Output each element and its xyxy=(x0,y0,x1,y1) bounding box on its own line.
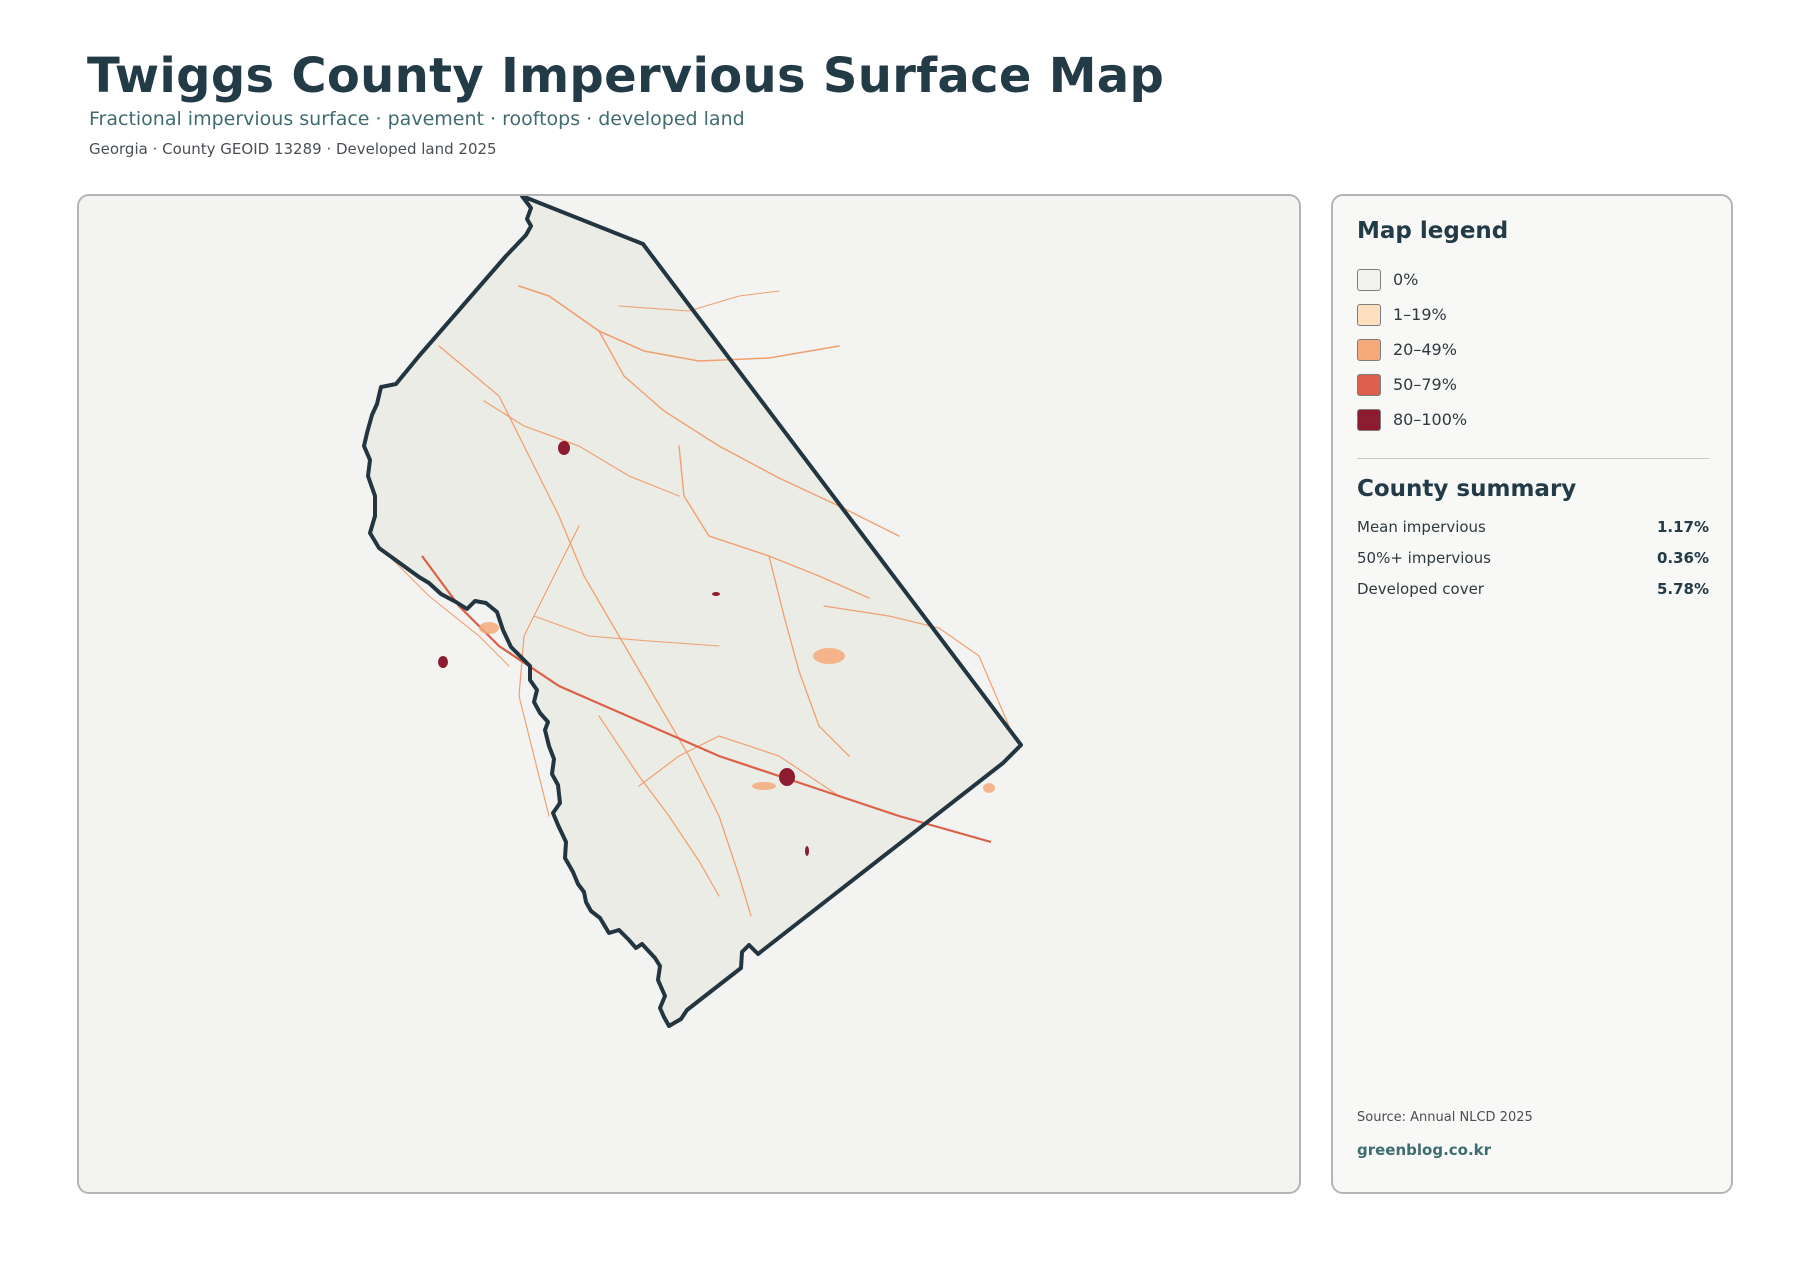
summary-label: Developed cover xyxy=(1357,580,1484,598)
legend-label: 1–19% xyxy=(1393,305,1447,324)
legend-swatch xyxy=(1357,374,1381,396)
map-panel[interactable]: N xyxy=(77,194,1301,1194)
summary-row: 50%+ impervious 0.36% xyxy=(1357,549,1709,569)
urban-cluster xyxy=(558,441,570,455)
urban-cluster xyxy=(438,656,448,668)
legend-label: 50–79% xyxy=(1393,375,1457,394)
urban-cluster xyxy=(805,846,809,856)
urban-cluster xyxy=(779,768,795,786)
summary-label: 50%+ impervious xyxy=(1357,549,1491,567)
legend-label: 20–49% xyxy=(1393,340,1457,359)
summary-heading: County summary xyxy=(1357,476,1577,502)
summary-label: Mean impervious xyxy=(1357,518,1486,536)
urban-cluster xyxy=(712,592,720,596)
source-note: Source: Annual NLCD 2025 xyxy=(1357,1110,1533,1125)
legend-swatch xyxy=(1357,269,1381,291)
developed-patch xyxy=(752,782,776,790)
legend-label: 80–100% xyxy=(1393,410,1468,429)
summary-value: 1.17% xyxy=(1656,518,1709,536)
legend-panel: Map legend 0% 1–19% 20–49% 50–79% 80–100… xyxy=(1331,194,1733,1194)
developed-patch xyxy=(479,622,499,634)
legend-divider xyxy=(1357,458,1709,459)
page-meta: Georgia · County GEOID 13289 · Developed… xyxy=(89,140,497,158)
legend-swatch xyxy=(1357,304,1381,326)
legend-swatch xyxy=(1357,339,1381,361)
summary-row: Mean impervious 1.17% xyxy=(1357,518,1709,538)
page-subtitle: Fractional impervious surface · pavement… xyxy=(89,108,745,130)
legend-swatch xyxy=(1357,409,1381,431)
legend-label: 0% xyxy=(1393,270,1419,289)
developed-patch xyxy=(813,648,845,664)
legend-heading: Map legend xyxy=(1357,218,1509,244)
summary-value: 0.36% xyxy=(1656,549,1709,567)
county-map xyxy=(362,196,1023,1028)
summary-row: Developed cover 5.78% xyxy=(1357,580,1709,600)
page-title: Twiggs County Impervious Surface Map xyxy=(87,48,1165,104)
summary-value: 5.78% xyxy=(1656,580,1709,598)
site-link[interactable]: greenblog.co.kr xyxy=(1357,1141,1491,1159)
developed-patch xyxy=(983,783,995,793)
